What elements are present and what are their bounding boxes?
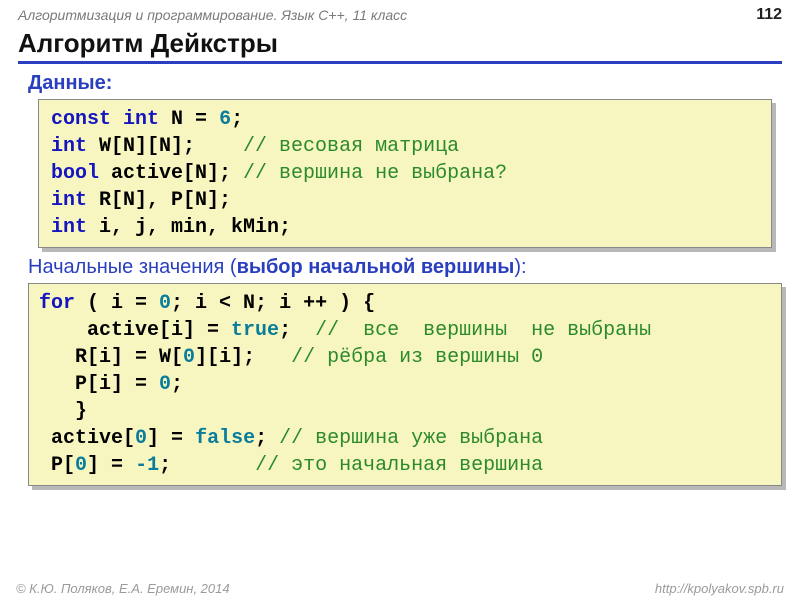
comment: // вершина уже выбрана — [279, 427, 543, 450]
code-text: ; — [255, 427, 279, 450]
comment: // весовая матрица — [243, 135, 459, 158]
kw-int: int — [51, 189, 87, 212]
footer-url: http://kpolyakov.spb.ru — [655, 581, 784, 596]
lit-false: false — [195, 427, 255, 450]
label-plain: Начальные значения ( — [28, 256, 237, 278]
num-0: 0 — [183, 346, 195, 369]
num-0: 0 — [159, 292, 171, 315]
code-text: } — [39, 400, 87, 423]
comment: // это начальная вершина — [255, 454, 543, 477]
page-number: 112 — [756, 6, 782, 24]
slide-footer: © К.Ю. Поляков, Е.А. Еремин, 2014 http:/… — [0, 581, 800, 596]
code-text: ][i]; — [195, 346, 291, 369]
code-text: active[N]; — [99, 162, 243, 185]
code-text: ] = — [147, 427, 195, 450]
section-init-label: Начальные значения (выбор начальной верш… — [28, 256, 800, 279]
code-text: R[N], P[N]; — [87, 189, 231, 212]
code-text: ; — [171, 373, 183, 396]
code-text: active[ — [39, 427, 135, 450]
comment: // все вершины не выбраны — [315, 319, 651, 342]
kw-bool: bool — [51, 162, 99, 185]
num-0: 0 — [135, 427, 147, 450]
semicolon: ; — [231, 108, 243, 131]
code-block-data: const int N = 6; int W[N][N]; // весовая… — [38, 99, 772, 248]
slide-title: Алгоритм Дейкстры — [18, 28, 782, 64]
code-text: N = — [159, 108, 219, 131]
code-text: W[N][N]; — [87, 135, 243, 158]
kw-for: for — [39, 292, 75, 315]
lit-true: true — [231, 319, 279, 342]
code-text: ; i < N; i ++ ) { — [171, 292, 375, 315]
code-text: R[i] = W[ — [39, 346, 183, 369]
kw-int: int — [123, 108, 159, 131]
code-text: active[i] = — [39, 319, 231, 342]
kw-int: int — [51, 135, 87, 158]
num-neg1: -1 — [135, 454, 159, 477]
section-data-label: Данные: — [28, 72, 800, 95]
comment: // вершина не выбрана? — [243, 162, 507, 185]
code-text: i, j, min, kMin; — [87, 216, 291, 239]
kw-int: int — [51, 216, 87, 239]
num-6: 6 — [219, 108, 231, 131]
code-text: ] = — [87, 454, 135, 477]
code-text: P[i] = — [39, 373, 159, 396]
label-bold: выбор начальной вершины — [237, 256, 515, 278]
kw-const: const — [51, 108, 111, 131]
code-text: ; — [279, 319, 315, 342]
label-tail: ): — [514, 256, 526, 278]
code-block-init: for ( i = 0; i < N; i ++ ) { active[i] =… — [28, 283, 782, 486]
num-0: 0 — [75, 454, 87, 477]
code-text: P[ — [39, 454, 75, 477]
course-name: Алгоритмизация и программирование. Язык … — [18, 7, 407, 23]
code-text: ; — [159, 454, 255, 477]
copyright: © К.Ю. Поляков, Е.А. Еремин, 2014 — [16, 581, 230, 596]
comment: // рёбра из вершины 0 — [291, 346, 543, 369]
slide-header: Алгоритмизация и программирование. Язык … — [0, 0, 800, 26]
code-text: ( i = — [75, 292, 159, 315]
num-0: 0 — [159, 373, 171, 396]
